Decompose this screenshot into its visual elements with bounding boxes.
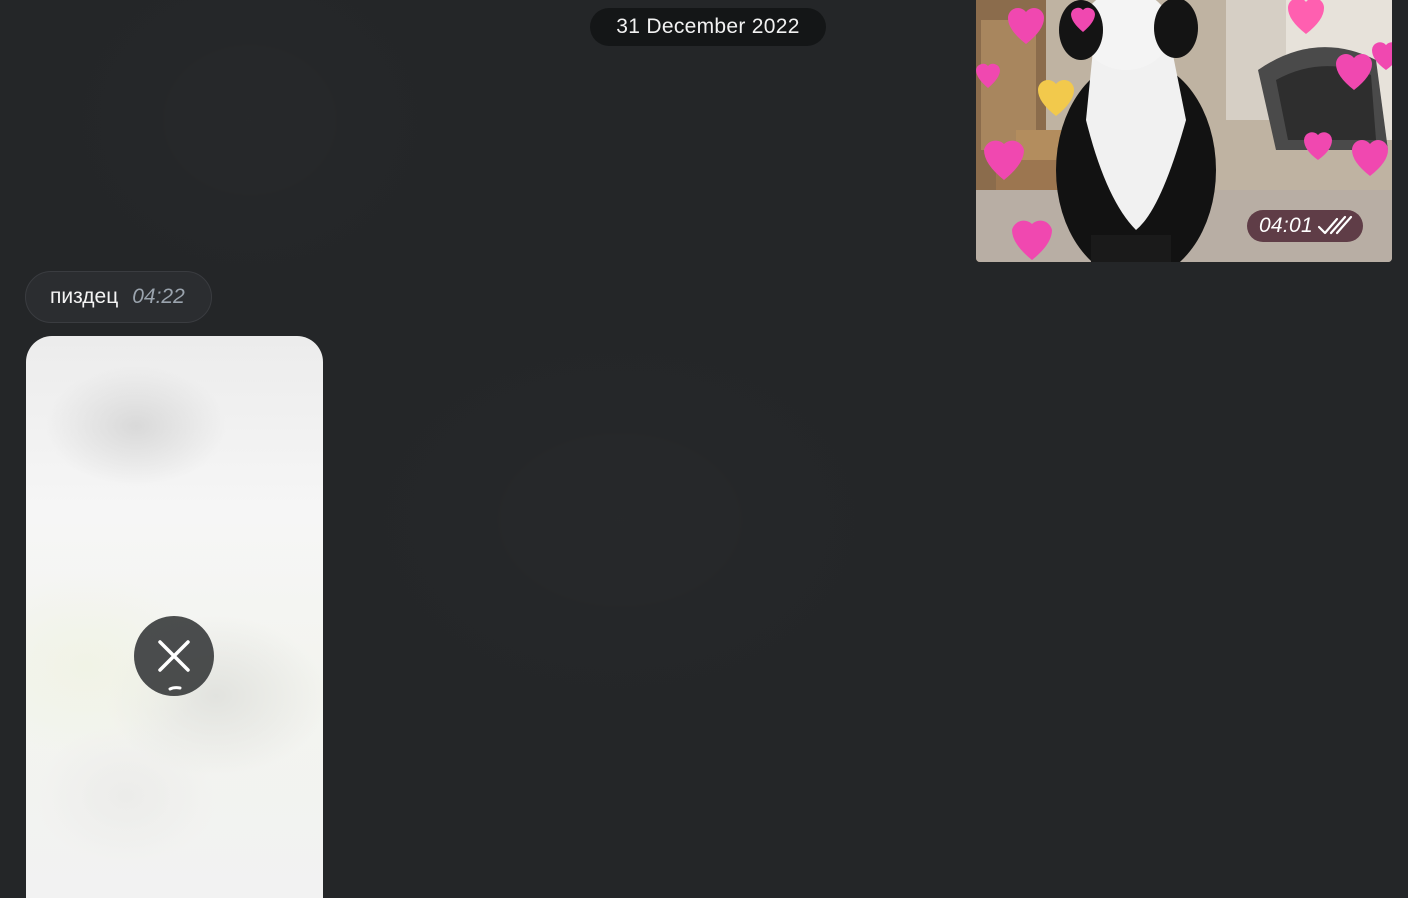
close-icon: [158, 640, 190, 691]
photo-timestamp: 04:01: [1246, 210, 1363, 242]
cancel-download-button[interactable]: [134, 616, 214, 696]
media-message-loading[interactable]: [26, 336, 323, 898]
chat-background: 31 December 2022 04:01 пиздец 04:22: [0, 0, 1408, 898]
date-separator: 31 December 2022: [590, 8, 826, 46]
double-check-icon: [1317, 215, 1353, 237]
message-text: пиздец: [50, 285, 119, 308]
message-time: 04:22: [132, 285, 185, 308]
photo-message[interactable]: 04:01: [976, 0, 1392, 262]
text-message-bubble[interactable]: пиздец 04:22: [25, 271, 212, 323]
photo-time-text: 04:01: [1258, 214, 1313, 237]
